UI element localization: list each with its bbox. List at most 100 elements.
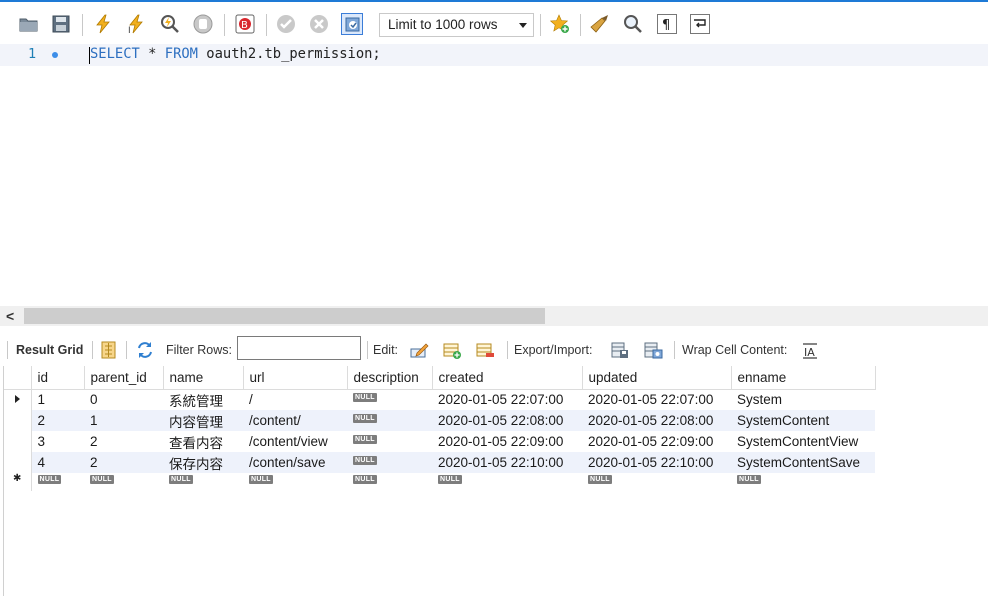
open-folder-icon[interactable] — [18, 13, 40, 35]
stop-icon[interactable] — [192, 13, 214, 35]
editor-horizontal-scrollbar[interactable]: < — [0, 306, 988, 326]
cell-name[interactable]: 保存内容 — [163, 452, 243, 473]
new-cell-description[interactable]: NULL — [347, 473, 432, 491]
cell-url[interactable]: / — [243, 389, 347, 410]
chevron-down-icon — [519, 23, 527, 28]
execute-icon[interactable] — [92, 13, 114, 35]
row-header-current[interactable] — [4, 389, 32, 410]
find-icon[interactable] — [622, 13, 644, 35]
row-header-new[interactable]: ✱ — [4, 473, 32, 491]
cell-id[interactable]: 1 — [31, 389, 84, 410]
row-header[interactable] — [4, 452, 32, 473]
cell-parent-id[interactable]: 1 — [84, 410, 163, 431]
column-header-name[interactable]: name — [163, 366, 244, 390]
add-row-icon[interactable] — [442, 340, 462, 360]
limit-rows-select[interactable]: Limit to 1000 rows — [379, 13, 534, 37]
cell-parent-id[interactable]: 2 — [84, 431, 163, 452]
new-cell-parent-id[interactable]: NULL — [84, 473, 163, 491]
scrollbar-thumb[interactable] — [24, 308, 545, 324]
cell-created[interactable]: 2020-01-05 22:08:00 — [432, 410, 582, 431]
form-editor-icon[interactable] — [99, 340, 119, 360]
new-cell-name[interactable]: NULL — [163, 473, 243, 491]
statement-marker-icon — [52, 52, 58, 58]
wrap-cell-content-icon[interactable]: IA — [800, 340, 820, 360]
edit-label: Edit: — [373, 343, 399, 357]
cell-name[interactable]: 内容管理 — [163, 410, 243, 431]
table-row[interactable]: 4 2 保存内容 /conten/save NULL 2020-01-05 22… — [4, 452, 875, 473]
execute-current-icon[interactable]: I — [125, 13, 147, 35]
edit-row-icon[interactable] — [409, 340, 429, 360]
result-toolbar: Result Grid Filter Rows: Edit: Export/Im… — [0, 334, 988, 366]
table-row[interactable]: 1 0 系統管理 / NULL 2020-01-05 22:07:00 2020… — [4, 389, 875, 410]
explain-icon[interactable] — [159, 13, 181, 35]
cell-url[interactable]: /content/view — [243, 431, 347, 452]
auto-commit-icon[interactable] — [341, 13, 363, 35]
query-toolbar: I B Limit to 1000 rows ¶ — [0, 0, 988, 44]
column-header-enname[interactable]: enname — [731, 366, 876, 390]
null-badge: NULL — [588, 475, 612, 484]
new-cell-enname[interactable]: NULL — [731, 473, 875, 491]
new-cell-id[interactable]: NULL — [31, 473, 84, 491]
cell-id[interactable]: 4 — [31, 452, 84, 473]
filter-rows-input[interactable] — [237, 336, 361, 360]
cell-description[interactable]: NULL — [347, 452, 432, 473]
invisible-chars-icon[interactable]: ¶ — [656, 13, 678, 35]
wrap-icon-glyph: IA — [804, 346, 815, 359]
cell-description[interactable]: NULL — [347, 431, 432, 452]
import-icon[interactable] — [643, 340, 663, 360]
bookmark-star-icon[interactable] — [549, 13, 571, 35]
cell-enname[interactable]: System — [731, 389, 875, 410]
row-header[interactable] — [4, 410, 32, 431]
cell-enname[interactable]: SystemContent — [731, 410, 875, 431]
cell-created[interactable]: 2020-01-05 22:10:00 — [432, 452, 582, 473]
scroll-left-arrow[interactable]: < — [6, 308, 14, 324]
cell-url[interactable]: /conten/save — [243, 452, 347, 473]
cell-updated[interactable]: 2020-01-05 22:08:00 — [582, 410, 731, 431]
sql-editor[interactable]: 1 SELECT * FROM oauth2.tb_permission; — [0, 44, 988, 306]
rollback-icon[interactable] — [308, 13, 330, 35]
cell-description[interactable]: NULL — [347, 410, 432, 431]
cell-updated[interactable]: 2020-01-05 22:10:00 — [582, 452, 731, 473]
result-grid-tab[interactable]: Result Grid — [16, 343, 83, 357]
grid-header-row: id parent_id name url description create… — [4, 366, 876, 390]
null-badge: NULL — [90, 475, 114, 484]
column-header-description[interactable]: description — [347, 366, 433, 390]
column-header-id[interactable]: id — [31, 366, 85, 390]
cell-id[interactable]: 2 — [31, 410, 84, 431]
new-cell-url[interactable]: NULL — [243, 473, 347, 491]
column-header-updated[interactable]: updated — [582, 366, 732, 390]
column-header-created[interactable]: created — [432, 366, 583, 390]
cell-updated[interactable]: 2020-01-05 22:09:00 — [582, 431, 731, 452]
cell-id[interactable]: 3 — [31, 431, 84, 452]
column-header-parent-id[interactable]: parent_id — [84, 366, 164, 390]
new-row[interactable]: ✱ NULL NULL NULL NULL NULL NULL NULL NUL… — [4, 473, 875, 491]
cell-url[interactable]: /content/ — [243, 410, 347, 431]
sql-statement[interactable]: SELECT * FROM oauth2.tb_permission; — [90, 46, 381, 62]
commit-icon[interactable] — [275, 13, 297, 35]
cell-name[interactable]: 系統管理 — [163, 389, 243, 410]
refresh-icon[interactable] — [135, 340, 155, 360]
cell-created[interactable]: 2020-01-05 22:09:00 — [432, 431, 582, 452]
cell-enname[interactable]: SystemContentView — [731, 431, 875, 452]
export-icon[interactable] — [610, 340, 630, 360]
row-header[interactable] — [4, 431, 32, 452]
beautify-icon[interactable] — [589, 13, 611, 35]
wrap-lines-icon[interactable] — [689, 13, 711, 35]
delete-row-icon[interactable] — [475, 340, 495, 360]
cell-name[interactable]: 查看内容 — [163, 431, 243, 452]
cell-created[interactable]: 2020-01-05 22:07:00 — [432, 389, 582, 410]
toggle-error-stop-icon[interactable]: B — [234, 13, 256, 35]
cell-parent-id[interactable]: 2 — [84, 452, 163, 473]
row-header-corner — [4, 366, 32, 390]
save-icon[interactable] — [50, 13, 72, 35]
null-badge: NULL — [353, 456, 377, 465]
cell-updated[interactable]: 2020-01-05 22:07:00 — [582, 389, 731, 410]
table-row[interactable]: 3 2 查看内容 /content/view NULL 2020-01-05 2… — [4, 431, 875, 452]
new-cell-created[interactable]: NULL — [432, 473, 582, 491]
new-cell-updated[interactable]: NULL — [582, 473, 731, 491]
table-row[interactable]: 2 1 内容管理 /content/ NULL 2020-01-05 22:08… — [4, 410, 875, 431]
column-header-url[interactable]: url — [243, 366, 348, 390]
cell-enname[interactable]: SystemContentSave — [731, 452, 875, 473]
cell-description[interactable]: NULL — [347, 389, 432, 410]
cell-parent-id[interactable]: 0 — [84, 389, 163, 410]
